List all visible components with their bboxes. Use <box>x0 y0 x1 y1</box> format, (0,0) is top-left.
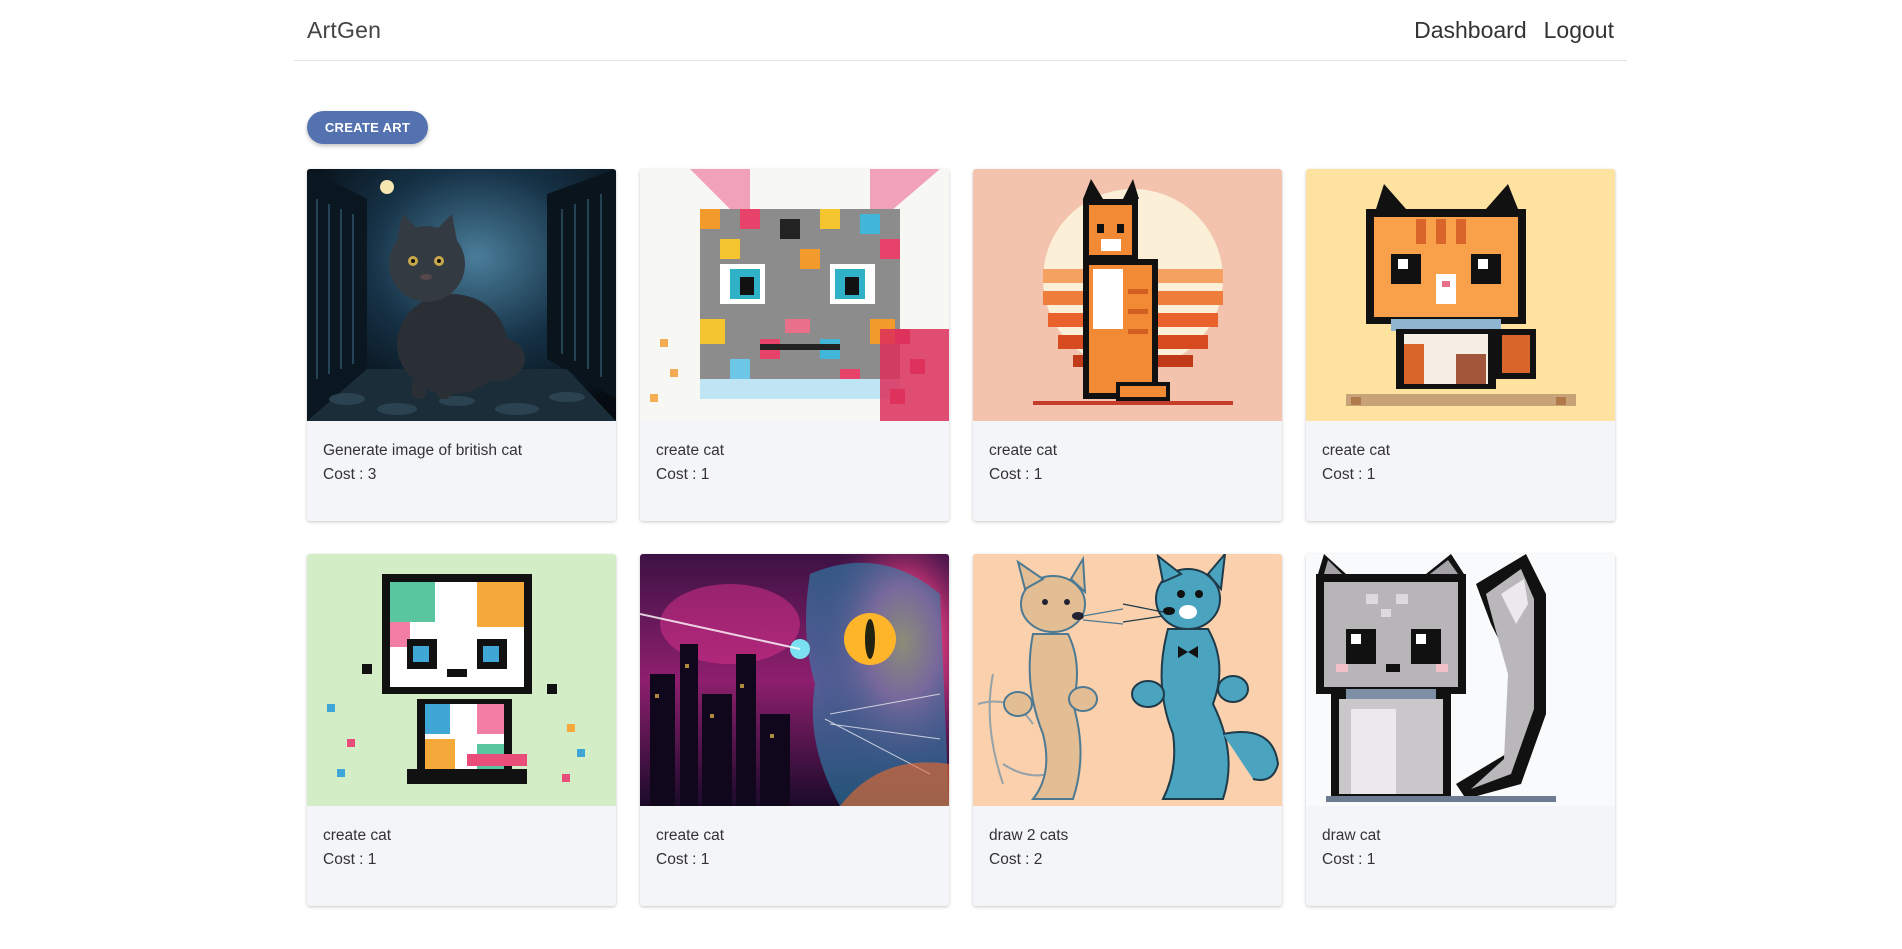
art-card-info: create cat Cost : 1 <box>640 806 949 872</box>
british-cat-image <box>307 169 616 421</box>
yellow-kitten-image <box>1306 169 1615 421</box>
art-title: draw 2 cats <box>989 827 1069 844</box>
art-cost: Cost : 1 <box>1322 463 1599 487</box>
art-cost: Cost : 1 <box>989 463 1266 487</box>
art-card-info: draw cat Cost : 1 <box>1306 806 1615 872</box>
cost-label: Cost : <box>656 851 701 868</box>
art-card-info: create cat Cost : 1 <box>640 421 949 487</box>
nav-logout-link[interactable]: Logout <box>1544 17 1614 44</box>
art-title: draw cat <box>1322 827 1381 844</box>
art-card[interactable]: create cat Cost : 1 <box>973 169 1282 521</box>
art-cost: Cost : 3 <box>323 463 600 487</box>
art-cost: Cost : 1 <box>323 848 600 872</box>
art-title: Generate image of british cat <box>323 442 523 459</box>
create-art-button[interactable]: CREATE ART <box>307 111 428 144</box>
cost-value: 2 <box>1033 851 1043 868</box>
art-card-info: create cat Cost : 1 <box>1306 421 1615 487</box>
art-cost: Cost : 2 <box>989 848 1266 872</box>
rainbow-kitten-image <box>307 554 616 806</box>
cost-label: Cost : <box>323 466 368 483</box>
art-card-info: create cat Cost : 1 <box>307 806 616 872</box>
cost-label: Cost : <box>1322 851 1367 868</box>
art-card[interactable]: Generate image of british cat Cost : 3 <box>307 169 616 521</box>
neon-cat-image <box>640 554 949 806</box>
art-title: create cat <box>1322 442 1391 459</box>
art-image-two-cats <box>973 554 1282 806</box>
art-card[interactable]: create cat Cost : 1 <box>307 554 616 906</box>
art-image-rainbow-kitten <box>307 554 616 806</box>
cost-value: 1 <box>1366 466 1376 483</box>
grey-cat-image <box>1306 554 1615 806</box>
art-card-info: draw 2 cats Cost : 2 <box>973 806 1282 872</box>
art-image-yellow-kitten <box>1306 169 1615 421</box>
art-image-pixel-cat-face <box>640 169 949 421</box>
page: ArtGen Dashboard Logout CREATE ART Gener… <box>294 0 1627 906</box>
brand-logo[interactable]: ArtGen <box>307 17 381 44</box>
cost-label: Cost : <box>1322 466 1367 483</box>
art-image-british-cat <box>307 169 616 421</box>
art-cost: Cost : 1 <box>656 463 933 487</box>
cost-value: 1 <box>367 851 377 868</box>
art-card[interactable]: create cat Cost : 1 <box>1306 169 1615 521</box>
cost-value: 1 <box>700 851 710 868</box>
pixel-cat-face-image <box>640 169 949 421</box>
cost-label: Cost : <box>989 466 1034 483</box>
cost-label: Cost : <box>323 851 368 868</box>
cost-value: 1 <box>1366 851 1376 868</box>
art-title: create cat <box>656 442 725 459</box>
art-card[interactable]: draw cat Cost : 1 <box>1306 554 1615 906</box>
cost-label: Cost : <box>989 851 1034 868</box>
orange-cat-sunset-image <box>973 169 1282 421</box>
cost-label: Cost : <box>656 466 701 483</box>
art-card[interactable]: create cat Cost : 1 <box>640 554 949 906</box>
art-card-info: Generate image of british cat Cost : 3 <box>307 421 616 487</box>
art-title: create cat <box>989 442 1058 459</box>
art-card[interactable]: draw 2 cats Cost : 2 <box>973 554 1282 906</box>
art-card[interactable]: create cat Cost : 1 <box>640 169 949 521</box>
art-card-info: create cat Cost : 1 <box>973 421 1282 487</box>
top-bar: ArtGen Dashboard Logout <box>294 0 1627 61</box>
art-image-orange-cat-sunset <box>973 169 1282 421</box>
art-image-neon-cat <box>640 554 949 806</box>
two-cats-image <box>973 554 1282 806</box>
cost-value: 1 <box>700 466 710 483</box>
nav-dashboard-link[interactable]: Dashboard <box>1414 17 1527 44</box>
top-nav: Dashboard Logout <box>1414 17 1614 44</box>
art-cost: Cost : 1 <box>1322 848 1599 872</box>
cost-value: 3 <box>367 466 377 483</box>
art-title: create cat <box>656 827 725 844</box>
art-title: create cat <box>323 827 392 844</box>
art-image-grey-cat <box>1306 554 1615 806</box>
cost-value: 1 <box>1033 466 1043 483</box>
art-cost: Cost : 1 <box>656 848 933 872</box>
art-gallery-grid: Generate image of british cat Cost : 3 c… <box>307 169 1615 906</box>
